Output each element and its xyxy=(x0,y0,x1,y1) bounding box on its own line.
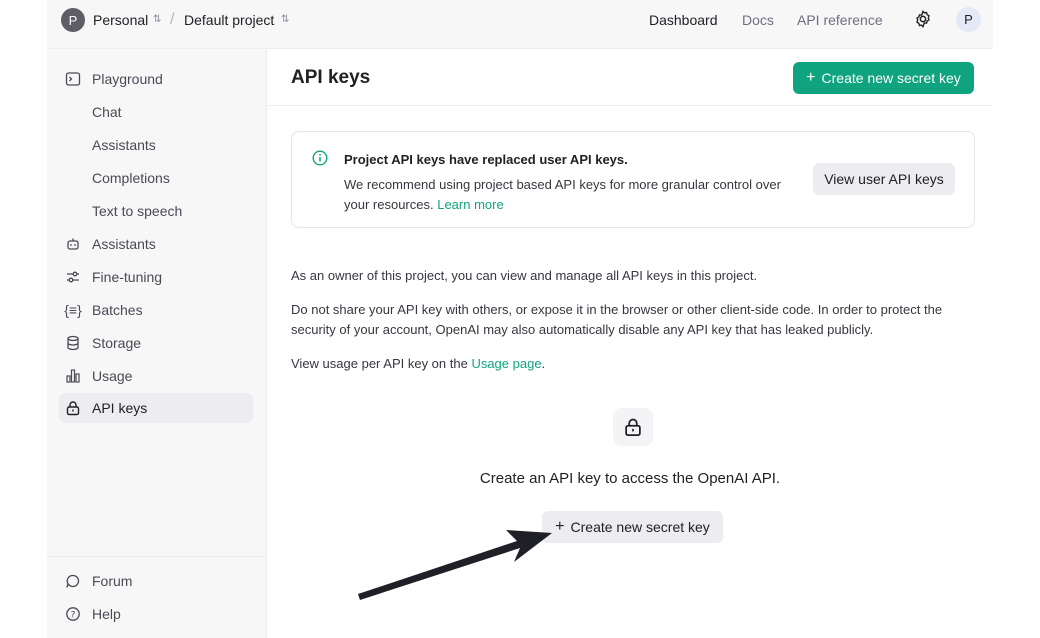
org-chevron-icon[interactable]: ⇅ xyxy=(153,12,161,28)
bar-chart-icon xyxy=(65,368,81,384)
lock-icon xyxy=(65,400,81,416)
sidebar-item-playground-assistants[interactable]: Assistants xyxy=(59,130,286,160)
sidebar-item-batches[interactable]: {≡} Batches xyxy=(59,295,253,325)
settings-gear-icon[interactable] xyxy=(913,9,933,29)
sidebar-item-label: Chat xyxy=(92,104,122,120)
nav-docs[interactable]: Docs xyxy=(742,12,774,28)
sidebar-item-label: Assistants xyxy=(92,236,156,252)
help-icon: ? xyxy=(65,606,81,622)
usage-info-text: View usage per API key on the Usage page… xyxy=(291,354,981,374)
sidebar-item-forum[interactable]: Forum xyxy=(59,566,253,596)
usage-page-link[interactable]: Usage page xyxy=(471,356,541,371)
robot-icon xyxy=(65,236,81,252)
create-secret-key-button[interactable]: + Create new secret key xyxy=(793,62,974,94)
sidebar-item-label: Forum xyxy=(92,573,133,589)
info-notice: Project API keys have replaced user API … xyxy=(291,131,975,228)
sliders-icon xyxy=(65,269,81,285)
database-icon xyxy=(65,335,81,351)
sidebar: Playground Chat Assistants Completions T… xyxy=(47,49,267,638)
plus-icon: + xyxy=(806,69,816,86)
notice-text: We recommend using project based API key… xyxy=(344,177,781,212)
usage-text-suffix: . xyxy=(541,356,546,371)
security-warning-text: Do not share your API key with others, o… xyxy=(291,302,943,337)
sidebar-item-usage[interactable]: Usage xyxy=(59,361,253,391)
usage-text-prefix: View usage per API key on the xyxy=(291,356,472,371)
nav-dashboard[interactable]: Dashboard xyxy=(649,12,718,28)
empty-state-text: Create an API key to access the OpenAI A… xyxy=(479,470,781,487)
braces-icon: {≡} xyxy=(64,302,82,318)
project-chevron-icon[interactable]: ⇅ xyxy=(281,12,289,28)
button-label: Create new secret key xyxy=(570,519,710,535)
nav-api-reference[interactable]: API reference xyxy=(797,12,883,28)
sidebar-item-text-to-speech[interactable]: Text to speech xyxy=(59,196,286,226)
view-user-api-keys-button[interactable]: View user API keys xyxy=(813,163,955,195)
learn-more-link[interactable]: Learn more xyxy=(437,197,503,212)
user-avatar[interactable]: P xyxy=(956,7,981,32)
sidebar-item-label: Usage xyxy=(92,368,133,384)
notice-body: We recommend using project based API key… xyxy=(344,175,794,215)
page-title: API keys xyxy=(291,67,371,88)
sidebar-item-playground[interactable]: Playground xyxy=(59,64,253,94)
sidebar-item-storage[interactable]: Storage xyxy=(59,328,253,358)
header-divider xyxy=(267,105,993,106)
sidebar-item-label: Text to speech xyxy=(92,203,183,219)
button-label: Create new secret key xyxy=(821,70,961,86)
sidebar-item-help[interactable]: ? Help xyxy=(59,599,253,629)
sidebar-item-label: Storage xyxy=(92,335,142,351)
svg-text:?: ? xyxy=(71,610,76,620)
sidebar-item-chat[interactable]: Chat xyxy=(59,97,286,127)
sidebar-item-label: Help xyxy=(92,606,121,622)
sidebar-item-label: Completions xyxy=(92,170,170,186)
org-switcher[interactable]: Personal xyxy=(93,12,148,28)
app-window: P Personal ⇅ / Default project ⇅ Dashboa… xyxy=(47,0,993,638)
org-avatar[interactable]: P xyxy=(61,8,85,32)
empty-state-lock-icon xyxy=(613,408,653,446)
sidebar-item-label: Assistants xyxy=(92,137,156,153)
empty-state-create-key-button[interactable]: + Create new secret key xyxy=(542,511,723,543)
sidebar-item-label: Fine-tuning xyxy=(92,269,163,285)
sidebar-item-fine-tuning[interactable]: Fine-tuning xyxy=(59,262,253,292)
sidebar-divider xyxy=(47,556,266,557)
plus-icon: + xyxy=(555,518,565,535)
sidebar-item-label: API keys xyxy=(92,400,148,416)
sidebar-item-assistants[interactable]: Assistants xyxy=(59,229,253,259)
top-bar: P Personal ⇅ / Default project ⇅ Dashboa… xyxy=(47,0,993,49)
notice-heading: Project API keys have replaced user API … xyxy=(344,152,628,167)
project-switcher[interactable]: Default project xyxy=(184,12,274,28)
sidebar-item-completions[interactable]: Completions xyxy=(59,163,286,193)
sidebar-item-api-keys[interactable]: API keys xyxy=(59,393,253,423)
breadcrumb-separator: / xyxy=(170,11,175,28)
sidebar-item-label: Batches xyxy=(92,302,143,318)
terminal-icon xyxy=(65,71,81,87)
chat-bubble-icon xyxy=(65,573,81,589)
info-icon xyxy=(312,150,328,166)
sidebar-item-label: Playground xyxy=(92,71,163,87)
owner-info-text: As an owner of this project, you can vie… xyxy=(291,268,758,283)
